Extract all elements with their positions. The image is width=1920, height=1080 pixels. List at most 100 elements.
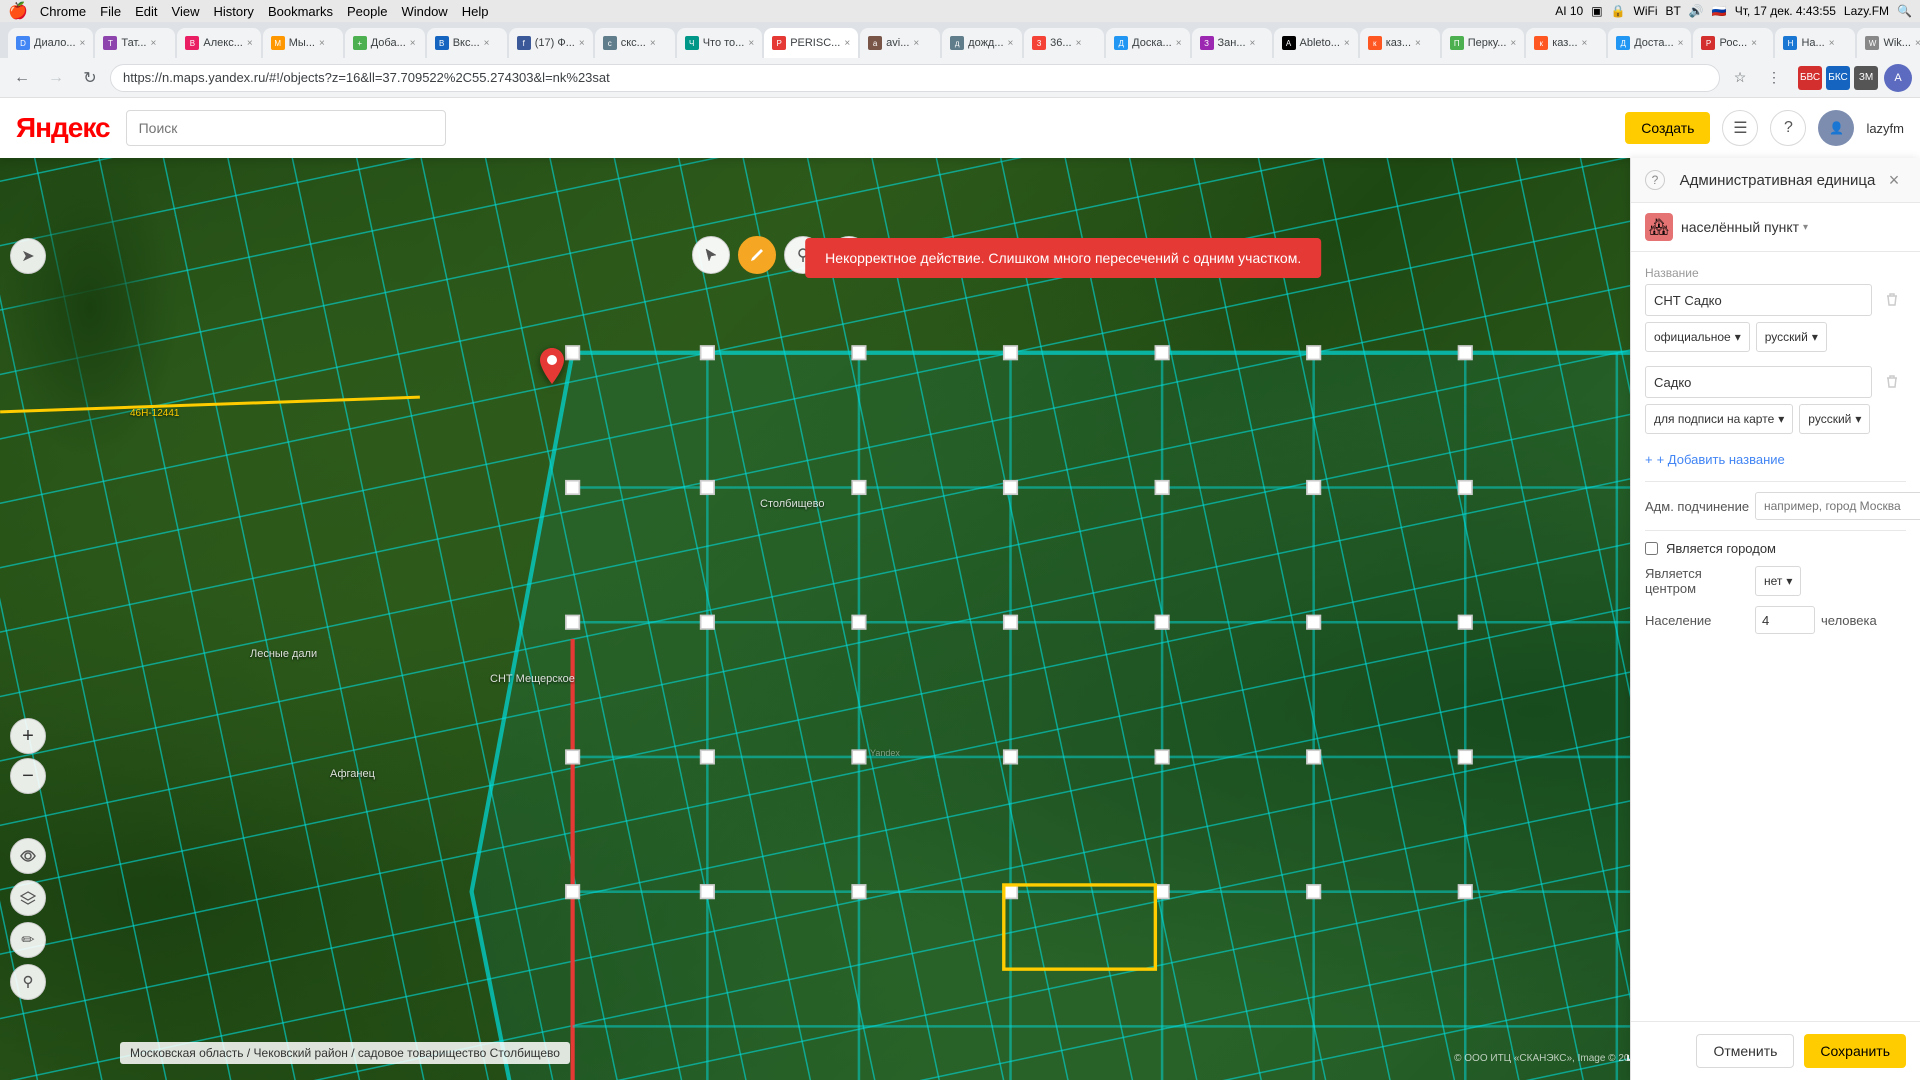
menu-bookmarks[interactable]: Bookmarks	[268, 4, 333, 19]
help-button[interactable]: ?	[1770, 110, 1806, 146]
tab-close-16[interactable]: ×	[1344, 38, 1350, 49]
name-delete-button[interactable]	[1878, 286, 1906, 314]
extension-2[interactable]: БКС	[1826, 66, 1850, 90]
tab-close-3[interactable]: ×	[247, 38, 253, 49]
user-avatar[interactable]: 👤	[1818, 110, 1854, 146]
tab-13[interactable]: 3 36... ×	[1024, 28, 1104, 58]
tab-close-17[interactable]: ×	[1415, 38, 1421, 49]
tab-close-4[interactable]: ×	[319, 38, 325, 49]
is-center-dropdown[interactable]: нет ▾	[1755, 566, 1801, 596]
panel-close-button[interactable]: ×	[1882, 168, 1906, 192]
alt-name-type-dropdown[interactable]: для подписи на карте ▾	[1645, 404, 1793, 434]
tab-close-20[interactable]: ×	[1678, 38, 1684, 49]
tab-close-15[interactable]: ×	[1250, 38, 1256, 49]
draw-tool-button[interactable]: ✏	[10, 922, 46, 958]
tab-close-7[interactable]: ×	[579, 38, 585, 49]
tab-20[interactable]: Д Доста... ×	[1608, 28, 1691, 58]
extension-3[interactable]: ЗМ	[1854, 66, 1878, 90]
tab-22[interactable]: Н На... ×	[1775, 28, 1855, 58]
tab-16[interactable]: A Ableto... ×	[1274, 28, 1358, 58]
population-input[interactable]	[1755, 606, 1815, 634]
tab-close-10[interactable]: ×	[844, 38, 850, 49]
tab-close-6[interactable]: ×	[484, 38, 490, 49]
zoom-in-button[interactable]: +	[10, 718, 46, 754]
tab-close-21[interactable]: ×	[1751, 38, 1757, 49]
forward-button[interactable]: →	[42, 64, 70, 92]
tab-6[interactable]: В Вкс... ×	[427, 28, 507, 58]
create-button[interactable]: Создать	[1625, 112, 1710, 144]
browser-settings-button[interactable]: ⋮	[1760, 64, 1788, 92]
menu-help[interactable]: Help	[462, 4, 489, 19]
tab-17[interactable]: к каз... ×	[1360, 28, 1440, 58]
name-lang-dropdown[interactable]: русский ▾	[1756, 322, 1827, 352]
tab-7[interactable]: f (17) Ф... ×	[509, 28, 593, 58]
tab-close-14[interactable]: ×	[1176, 38, 1182, 49]
name-input[interactable]	[1645, 284, 1872, 316]
tab-11[interactable]: a avi... ×	[860, 28, 940, 58]
navigate-tool-button[interactable]: ➤	[10, 238, 46, 274]
tab-8[interactable]: с скс... ×	[595, 28, 675, 58]
menu-file[interactable]: File	[100, 4, 121, 19]
menu-people[interactable]: People	[347, 4, 387, 19]
tab-close-1[interactable]: ×	[80, 38, 86, 49]
zoom-out-button[interactable]: −	[10, 758, 46, 794]
apple-menu[interactable]: 🍎	[8, 1, 28, 21]
tab-1[interactable]: D Диало... ×	[8, 28, 93, 58]
menu-view[interactable]: View	[172, 4, 200, 19]
menu-history[interactable]: History	[213, 4, 253, 19]
back-button[interactable]: ←	[8, 64, 36, 92]
menu-button[interactable]: ☰	[1722, 110, 1758, 146]
alt-name-lang-dropdown[interactable]: русский ▾	[1799, 404, 1870, 434]
name-type-dropdown[interactable]: официальное ▾	[1645, 322, 1750, 352]
tab-14[interactable]: Д Доска... ×	[1106, 28, 1189, 58]
tab-15[interactable]: З Зан... ×	[1192, 28, 1272, 58]
tab-21[interactable]: Р Рос... ×	[1693, 28, 1773, 58]
address-bar[interactable]: https://n.maps.yandex.ru/#!/objects?z=16…	[110, 64, 1720, 92]
media-player[interactable]: Lazy.FM	[1844, 4, 1889, 18]
cancel-button[interactable]: Отменить	[1696, 1034, 1794, 1068]
cursor-tool-button[interactable]	[692, 236, 730, 274]
bookmark-button[interactable]: ☆	[1726, 64, 1754, 92]
refresh-button[interactable]: ↻	[76, 64, 104, 92]
username-label[interactable]: lazyfm	[1866, 121, 1904, 136]
tab-close-22[interactable]: ×	[1829, 38, 1835, 49]
tab-18[interactable]: П Перку... ×	[1442, 28, 1525, 58]
menu-edit[interactable]: Edit	[135, 4, 157, 19]
tab-close-8[interactable]: ×	[650, 38, 656, 49]
alt-name-input[interactable]	[1645, 366, 1872, 398]
visibility-tool-button[interactable]	[10, 838, 46, 874]
tab-10[interactable]: P PERISC... ×	[764, 28, 858, 58]
menu-chrome[interactable]: Chrome	[40, 4, 86, 19]
tab-12[interactable]: д дожд... ×	[942, 28, 1022, 58]
alt-name-delete-button[interactable]	[1878, 368, 1906, 396]
tab-5[interactable]: + Доба... ×	[345, 28, 425, 58]
add-name-link[interactable]: + + Добавить название	[1645, 448, 1906, 471]
search-input[interactable]	[126, 110, 446, 146]
tab-close-12[interactable]: ×	[1008, 38, 1014, 49]
is-city-checkbox[interactable]	[1645, 542, 1658, 555]
tab-9[interactable]: Ч Что то... ×	[677, 28, 762, 58]
edit-tool-button[interactable]	[738, 236, 776, 274]
tab-close-9[interactable]: ×	[748, 38, 754, 49]
tab-close-13[interactable]: ×	[1076, 38, 1082, 49]
tab-close-11[interactable]: ×	[913, 38, 919, 49]
menu-window[interactable]: Window	[401, 4, 447, 19]
adm-input[interactable]	[1755, 492, 1920, 520]
panel-help-icon[interactable]: ?	[1645, 170, 1665, 190]
save-button[interactable]: Сохранить	[1804, 1034, 1906, 1068]
tab-close-18[interactable]: ×	[1510, 38, 1516, 49]
user-profile-button[interactable]: A	[1884, 64, 1912, 92]
tab-close-5[interactable]: ×	[410, 38, 416, 49]
tab-2[interactable]: Т Тат... ×	[95, 28, 175, 58]
tab-3[interactable]: В Алекс... ×	[177, 28, 260, 58]
type-selector[interactable]: населённый пункт ▾	[1681, 219, 1808, 235]
spotlight-search[interactable]: 🔍	[1897, 4, 1912, 18]
tab-close-2[interactable]: ×	[150, 38, 156, 49]
tab-23[interactable]: W Wik... ×	[1857, 28, 1920, 58]
tab-close-19[interactable]: ×	[1582, 38, 1588, 49]
tab-close-23[interactable]: ×	[1915, 38, 1920, 49]
point-tool-button[interactable]	[10, 964, 46, 1000]
extension-1[interactable]: БВС	[1798, 66, 1822, 90]
tab-19[interactable]: к каз... ×	[1526, 28, 1606, 58]
layers-tool-button[interactable]	[10, 880, 46, 916]
